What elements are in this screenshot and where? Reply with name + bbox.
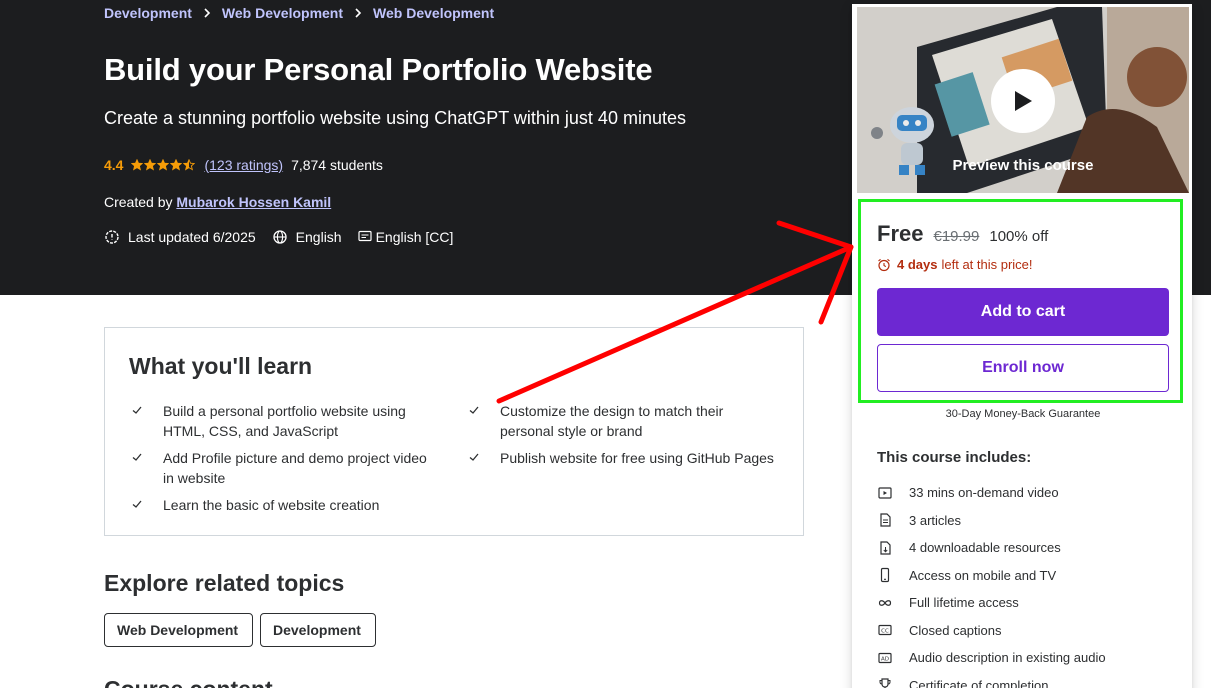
students-count: 7,874 students [291,157,383,173]
money-back-guarantee: 30-Day Money-Back Guarantee [945,408,1101,420]
includes-item: 3 articles [877,507,1106,535]
discount-percent: 100% off [989,228,1049,245]
includes-item-label: Audio description in existing audio [909,650,1106,666]
learn-item: Customize the design to match their pers… [468,401,768,441]
original-price: €19.99 [933,228,980,245]
svg-text:AD: AD [881,656,889,662]
star-icon [131,159,144,171]
includes-item: 4 downloadable resources [877,534,1106,562]
topic-development-button[interactable]: Development [260,613,376,647]
includes-item: Access on mobile and TV [877,562,1106,590]
rating-row: 4.4 (123 ratings) 7,874 students [104,157,383,173]
learn-item: Add Profile picture and demo project vid… [131,448,431,488]
learn-title: What you'll learn [129,353,313,379]
globe-icon [272,229,288,245]
star-icon [157,159,170,171]
download-file-icon [877,540,893,556]
infinity-icon [877,595,893,611]
created-by-label: Created by [104,194,173,210]
enroll-now-button[interactable]: Enroll now [877,344,1169,392]
includes-title: This course includes: [877,449,1032,466]
breadcrumb-item-development[interactable]: Development [104,5,192,21]
play-button[interactable] [991,69,1055,133]
chevron-right-icon [202,8,212,18]
closed-captions-icon [357,229,374,245]
check-icon [468,401,482,441]
course-content-title: Course content [104,676,273,688]
last-updated: Last updated 6/2025 [104,229,256,245]
topic-web-development-button[interactable]: Web Development [104,613,253,647]
includes-item-label: 33 mins on-demand video [909,485,1059,501]
learn-item-text: Add Profile picture and demo project vid… [163,450,427,486]
star-icon [183,159,196,171]
language: English [272,229,342,245]
chevron-right-icon [353,8,363,18]
add-to-cart-button[interactable]: Add to cart [877,288,1169,336]
deadline-text: left at this price! [941,257,1033,272]
includes-item-label: Access on mobile and TV [909,567,1057,583]
learn-item-text: Build a personal portfolio website using… [163,403,406,439]
price-deadline: 4 days left at this price! [877,257,1033,272]
includes-item-label: 4 downloadable resources [909,540,1061,556]
course-meta: Last updated 6/2025 English English [CC] [104,229,469,245]
includes-item: CC Closed captions [877,617,1106,645]
breadcrumb-item-web-development-topic[interactable]: Web Development [373,5,494,21]
deadline-days: 4 days [897,257,938,272]
includes-item-label: Full lifetime access [909,595,1019,611]
star-icon [170,159,183,171]
what-youll-learn: What you'll learn Build a personal portf… [104,327,804,536]
closed-captions-icon: CC [877,622,893,638]
play-icon [1015,91,1032,111]
purchase-sidebar: Preview this course Free €19.99 100% off… [852,4,1192,688]
last-updated-text: Last updated 6/2025 [128,229,256,245]
includes-item-label: Certificate of completion [909,677,1049,688]
includes-item: Certificate of completion [877,672,1106,688]
language-text: English [295,229,342,245]
check-icon [131,401,145,441]
created-by: Created by Mubarok Hossen Kamil [104,194,331,210]
includes-item-label: Closed captions [909,622,1002,638]
learn-item: Learn the basic of website creation [131,495,431,515]
price-row: Free €19.99 100% off [877,221,1048,247]
breadcrumb-item-web-development[interactable]: Web Development [222,5,343,21]
preview-caption: Preview this course [952,157,1094,174]
includes-item: AD Audio description in existing audio [877,644,1106,672]
current-price: Free [877,221,924,246]
captions: English [CC] [357,229,454,245]
video-icon [877,485,893,501]
alert-badge-icon [104,229,120,245]
rating-value: 4.4 [104,157,124,173]
course-subtitle: Create a stunning portfolio website usin… [104,108,686,128]
learn-item-text: Customize the design to match their pers… [500,403,724,439]
includes-list: 33 mins on-demand video 3 articles 4 dow… [877,479,1106,688]
includes-item: Full lifetime access [877,589,1106,617]
check-icon [468,448,482,468]
learn-item-text: Learn the basic of website creation [163,497,380,513]
captions-text: English [CC] [375,229,454,245]
learn-item-text: Publish website for free using GitHub Pa… [500,450,774,466]
star-icon [144,159,157,171]
includes-item: 33 mins on-demand video [877,479,1106,507]
course-title: Build your Personal Portfolio Website [104,52,653,87]
star-rating [131,159,196,171]
learn-item: Build a personal portfolio website using… [131,401,421,441]
instructor-link[interactable]: Mubarok Hossen Kamil [176,194,331,210]
course-preview[interactable]: Preview this course [857,7,1189,193]
svg-text:CC: CC [881,629,889,635]
breadcrumb: Development Web Development Web Developm… [104,4,494,22]
audio-description-icon: AD [877,650,893,666]
alarm-clock-icon [877,258,891,272]
learn-item: Publish website for free using GitHub Pa… [468,448,788,468]
article-icon [877,512,893,528]
explore-title: Explore related topics [104,570,345,596]
trophy-icon [877,677,893,688]
check-icon [131,448,145,488]
ratings-count-link[interactable]: (123 ratings) [204,157,283,173]
check-icon [131,495,145,515]
mobile-icon [877,567,893,583]
includes-item-label: 3 articles [909,512,962,528]
